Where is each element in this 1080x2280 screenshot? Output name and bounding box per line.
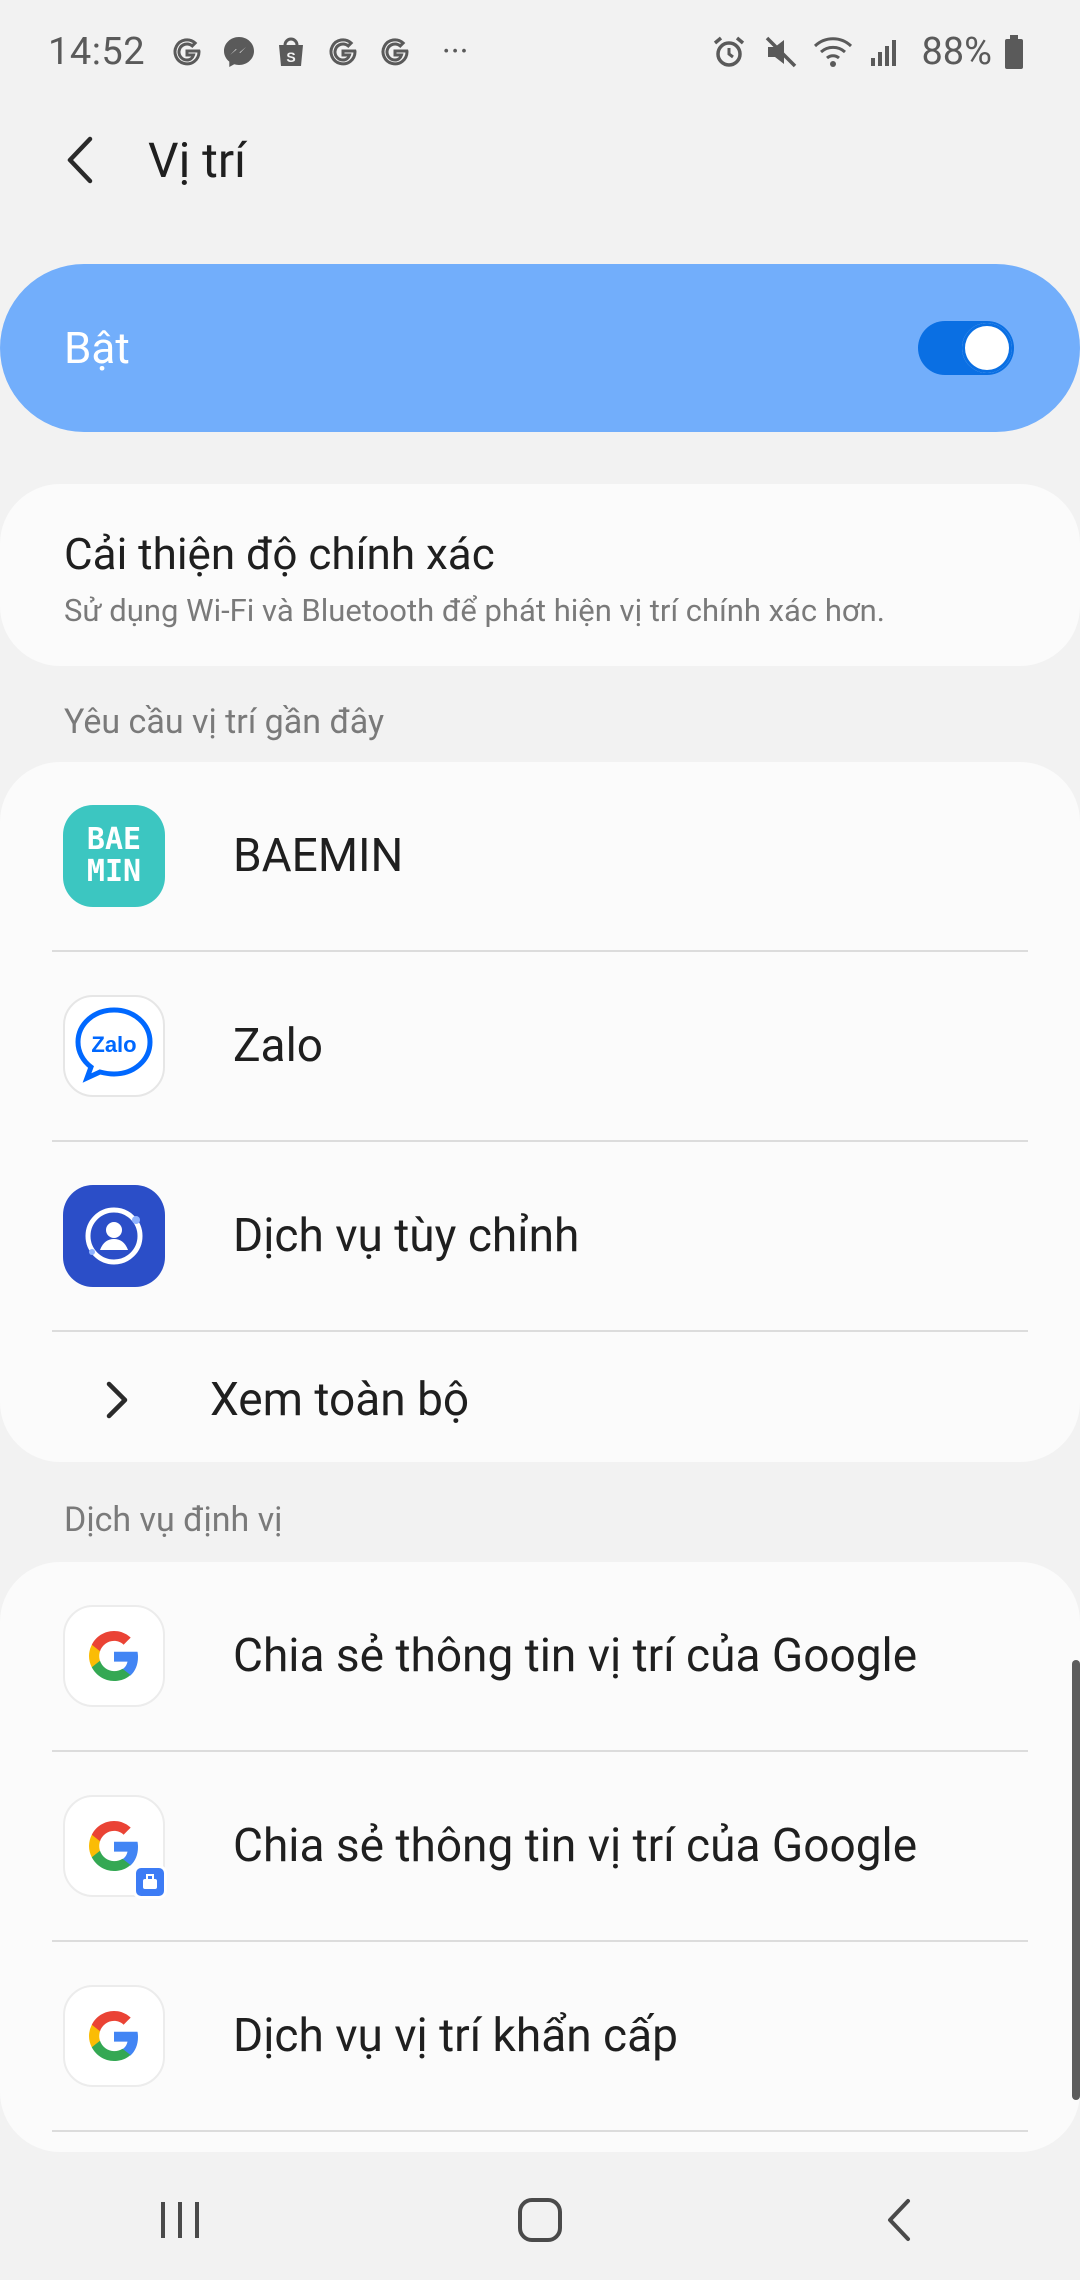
- baemin-icon-text-top: BAE: [86, 822, 142, 857]
- scrollbar[interactable]: [1072, 1660, 1080, 2100]
- recent-requests-card: BAE MIN BAEMIN Zalo Zalo Dịch vụ tùy chỉ…: [0, 762, 1080, 1462]
- google-icon: [63, 1605, 165, 1707]
- google-g-icon: [371, 28, 419, 76]
- recent-app-baemin[interactable]: BAE MIN BAEMIN: [0, 762, 1080, 950]
- location-services-card: Chia sẻ thông tin vị trí của Google Chia…: [0, 1562, 1080, 2152]
- battery-percent: 88%: [921, 30, 992, 74]
- signal-icon: [861, 28, 909, 76]
- baemin-icon: BAE MIN: [63, 805, 165, 907]
- recent-requests-header: Yêu cầu vị trí gần đây: [64, 702, 385, 742]
- customization-service-icon: [63, 1185, 165, 1287]
- google-g-icon: [319, 28, 367, 76]
- see-all-label: Xem toàn bộ: [210, 1373, 470, 1427]
- more-notifications-icon: ···: [441, 32, 469, 72]
- service-label: Chia sẻ thông tin vị trí của Google: [233, 1819, 918, 1873]
- status-right: 88%: [705, 28, 1032, 76]
- home-icon: [518, 2198, 562, 2242]
- wifi-icon: [809, 28, 857, 76]
- work-badge-icon: [133, 1865, 167, 1899]
- status-bar: 14:52 S ··· 88%: [0, 0, 1080, 104]
- shopping-bag-s-icon: S: [267, 28, 315, 76]
- recent-app-label: Zalo: [233, 1019, 324, 1073]
- service-label: Dịch vụ vị trí khẩn cấp: [233, 2009, 678, 2063]
- google-g-icon: [163, 28, 211, 76]
- recent-app-label: BAEMIN: [233, 829, 404, 883]
- status-left: 14:52 S ···: [48, 28, 491, 76]
- recents-icon: [161, 2202, 199, 2238]
- home-button[interactable]: [470, 2170, 610, 2270]
- baemin-icon-text-bottom: MIN: [86, 854, 142, 889]
- divider: [52, 2130, 1028, 2132]
- service-label: Chia sẻ thông tin vị trí của Google: [233, 1629, 918, 1683]
- location-services-header: Dịch vụ định vị: [64, 1500, 283, 1540]
- back-icon: [888, 2199, 910, 2241]
- google-work-icon: [63, 1795, 167, 1899]
- svg-text:S: S: [286, 49, 295, 65]
- alarm-icon: [705, 28, 753, 76]
- recent-app-zalo[interactable]: Zalo Zalo: [0, 952, 1080, 1140]
- service-google-location-sharing[interactable]: Chia sẻ thông tin vị trí của Google: [0, 1562, 1080, 1750]
- status-time: 14:52: [48, 30, 146, 74]
- app-bar: Vị trí: [0, 110, 1080, 210]
- recents-button[interactable]: [110, 2170, 250, 2270]
- service-google-location-sharing-work[interactable]: Chia sẻ thông tin vị trí của Google: [0, 1752, 1080, 1940]
- improve-accuracy-title: Cải thiện độ chính xác: [64, 528, 495, 580]
- chevron-right-icon: [96, 1380, 136, 1420]
- nav-back-button[interactable]: [830, 2170, 970, 2270]
- chevron-left-icon: [67, 136, 93, 184]
- google-icon: [63, 1985, 165, 2087]
- master-toggle-label: Bật: [64, 322, 130, 374]
- location-master-toggle[interactable]: Bật: [0, 264, 1080, 432]
- location-switch[interactable]: [918, 321, 1014, 375]
- mute-icon: [757, 28, 805, 76]
- improve-accuracy-subtitle: Sử dụng Wi-Fi và Bluetooth để phát hiện …: [64, 592, 885, 629]
- service-emergency-location[interactable]: Dịch vụ vị trí khẩn cấp: [0, 1942, 1080, 2130]
- zalo-icon: Zalo: [63, 995, 165, 1097]
- navigation-bar: [0, 2160, 1080, 2280]
- recent-app-custom-service[interactable]: Dịch vụ tùy chỉnh: [0, 1142, 1080, 1330]
- back-button[interactable]: [22, 110, 142, 210]
- recent-app-label: Dịch vụ tùy chỉnh: [233, 1209, 580, 1263]
- see-all-button[interactable]: Xem toàn bộ: [0, 1332, 1080, 1468]
- battery-icon: [1000, 28, 1028, 76]
- page-title: Vị trí: [148, 131, 246, 189]
- messenger-icon: [215, 28, 263, 76]
- switch-knob: [962, 323, 1012, 373]
- improve-accuracy-item[interactable]: Cải thiện độ chính xác Sử dụng Wi-Fi và …: [0, 484, 1080, 666]
- zalo-icon-text: Zalo: [91, 1032, 136, 1057]
